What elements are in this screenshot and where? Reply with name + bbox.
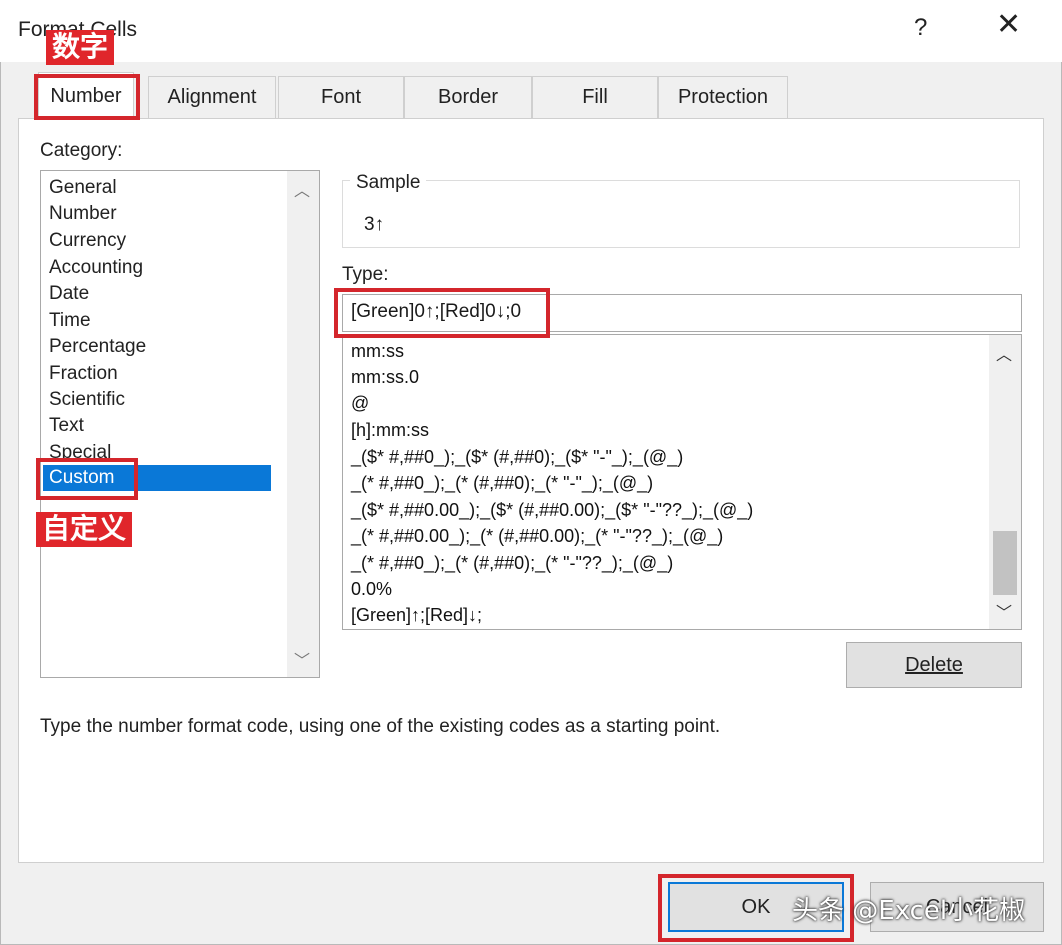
- category-item-currency[interactable]: Currency: [49, 230, 126, 252]
- description-text: Type the number format code, using one o…: [40, 716, 721, 737]
- tab-font[interactable]: Font: [278, 76, 404, 118]
- format-item[interactable]: _($* #,##0.00_);_($* (#,##0.00);_($* "-"…: [351, 500, 753, 521]
- format-item[interactable]: _($* #,##0_);_($* (#,##0);_($* "-"_);_(@…: [351, 447, 683, 468]
- category-item-percentage[interactable]: Percentage: [49, 336, 146, 358]
- delete-button[interactable]: Delete: [846, 642, 1022, 688]
- format-item[interactable]: 0.0%: [351, 579, 392, 600]
- annotation-label-custom: 自定义: [36, 512, 133, 547]
- tab-border[interactable]: Border: [404, 76, 532, 118]
- category-item-accounting[interactable]: Accounting: [49, 257, 143, 279]
- category-scrollbar[interactable]: ︿ ﹀: [287, 171, 319, 677]
- tab-protection[interactable]: Protection: [658, 76, 788, 118]
- format-item[interactable]: mm:ss.0: [351, 367, 419, 388]
- scroll-up-icon[interactable]: ︿: [989, 341, 1019, 365]
- category-item-fraction[interactable]: Fraction: [49, 363, 118, 385]
- annotation-box-custom: [36, 458, 138, 500]
- category-item-scientific[interactable]: Scientific: [49, 389, 125, 411]
- category-item-text[interactable]: Text: [49, 415, 84, 437]
- category-item-time[interactable]: Time: [49, 310, 91, 332]
- annotation-box-type-input: [334, 288, 550, 338]
- format-item[interactable]: @: [351, 393, 369, 414]
- scroll-down-icon[interactable]: ﹀: [989, 599, 1019, 623]
- format-item[interactable]: [h]:mm:ss: [351, 420, 429, 441]
- category-item-date[interactable]: Date: [49, 283, 89, 305]
- category-listbox[interactable]: General Number Currency Accounting Date …: [40, 170, 320, 678]
- sample-value: 3↑: [364, 214, 385, 235]
- type-label: Type:: [342, 264, 389, 285]
- tab-fill[interactable]: Fill: [532, 76, 658, 118]
- category-item-general[interactable]: General: [49, 177, 117, 199]
- annotation-label-number: 数字: [46, 30, 115, 65]
- format-list-scrollbar[interactable]: ︿ ﹀: [989, 335, 1021, 629]
- category-label: Category:: [40, 140, 123, 161]
- watermark: 头条 @Excel小花椒: [792, 896, 1026, 926]
- format-item[interactable]: _(* #,##0.00_);_(* (#,##0.00);_(* "-"??_…: [351, 526, 723, 547]
- format-item[interactable]: _(* #,##0_);_(* (#,##0);_(* "-"??_);_(@_…: [351, 553, 673, 574]
- format-item[interactable]: [Green]↑;[Red]↓;: [351, 605, 482, 626]
- title-bar: [0, 0, 1062, 62]
- sample-label: Sample: [350, 172, 427, 194]
- help-button[interactable]: ?: [914, 14, 927, 42]
- scroll-thumb[interactable]: [993, 531, 1017, 595]
- close-button[interactable]: ✕: [996, 10, 1021, 40]
- category-item-number[interactable]: Number: [49, 203, 117, 225]
- scroll-down-icon[interactable]: ﹀: [287, 647, 317, 671]
- format-item[interactable]: _(* #,##0_);_(* (#,##0);_(* "-"_);_(@_): [351, 473, 653, 494]
- format-code-list[interactable]: mm:ss mm:ss.0 @ [h]:mm:ss _($* #,##0_);_…: [342, 334, 1022, 630]
- format-item[interactable]: mm:ss: [351, 341, 404, 362]
- annotation-box-number-tab: [34, 74, 140, 120]
- tab-alignment[interactable]: Alignment: [148, 76, 276, 118]
- sample-group: [342, 180, 1020, 248]
- scroll-up-icon[interactable]: ︿: [287, 177, 317, 201]
